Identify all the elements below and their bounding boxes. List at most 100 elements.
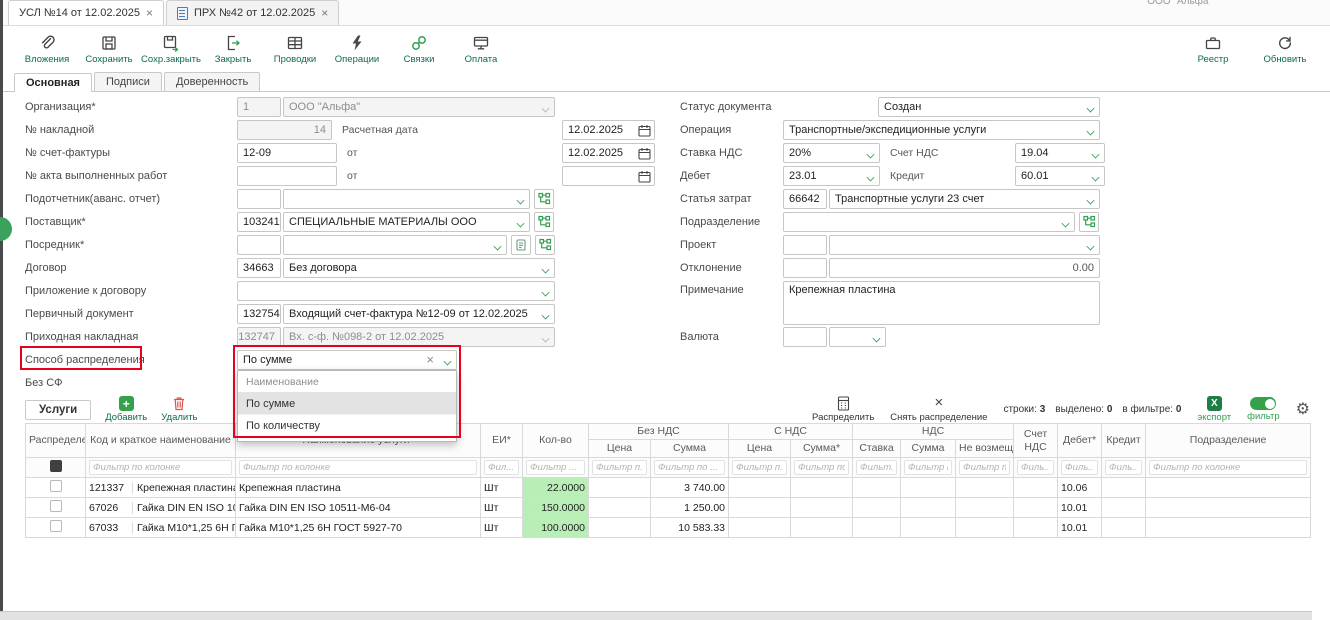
act-no-input[interactable] [237,166,337,186]
filter-rate[interactable] [856,460,897,475]
calendar-icon[interactable] [638,170,651,183]
vat-account-select[interactable]: 19.04 [1015,143,1105,163]
filter-code-name[interactable] [89,460,232,475]
supplier-code[interactable]: 103241 [237,212,281,232]
col-rate[interactable]: Ставка [853,440,901,458]
currency-select[interactable] [829,327,886,347]
chevron-down-icon[interactable] [867,151,874,158]
tab-poa[interactable]: Доверенность [164,72,260,91]
undistribute-button[interactable]: × Снять распределение [890,396,987,423]
close-icon[interactable]: × [146,7,153,19]
chevron-down-icon[interactable] [867,174,874,181]
table-row[interactable]: 121337Крепежная пластина Крепежная пласт… [26,478,1311,498]
col-non-refund[interactable]: Не возмещ. [956,440,1014,458]
mediator-tree-button[interactable] [535,235,555,255]
col-credit[interactable]: Кредит [1102,424,1146,458]
department-select[interactable] [783,212,1075,232]
filter-debit[interactable] [1061,460,1098,475]
chevron-down-icon[interactable] [542,312,549,319]
contract-select[interactable]: Без договора [283,258,555,278]
cost-item-select[interactable]: Транспортные услуги 23 счет [829,189,1100,209]
table-row[interactable]: 67026Гайка DIN EN ISO 10... Гайка DIN EN… [26,498,1311,518]
row-checkbox[interactable] [50,520,62,532]
filter-sum-vat[interactable] [794,460,849,475]
sf-date-input[interactable]: 12.02.2025 [562,143,655,163]
accountant-code[interactable] [237,189,281,209]
chevron-down-icon[interactable] [517,220,524,227]
col-debit[interactable]: Дебет* [1058,424,1102,458]
filter-price-novat[interactable] [592,460,647,475]
cost-item-code[interactable]: 66642 [783,189,827,209]
filter-qty[interactable] [526,460,585,475]
primary-doc-code[interactable]: 132754 [237,304,281,324]
chevron-down-icon[interactable] [542,289,549,296]
delete-row-button[interactable]: Удалить [161,396,197,423]
filter-price-vat[interactable] [732,460,787,475]
filter-toggle[interactable]: фильтр [1247,397,1280,422]
col-department[interactable]: Подразделение [1146,424,1311,458]
debit-select[interactable]: 23.01 [783,166,880,186]
col-price-vat[interactable]: Цена [729,440,791,458]
primary-doc-select[interactable]: Входящий счет-фактура №12-09 от 12.02.20… [283,304,555,324]
chevron-down-icon[interactable] [1062,220,1069,227]
accountant-select[interactable] [283,189,530,209]
mediator-doc-button[interactable] [511,235,531,255]
col-unit[interactable]: ЕИ* [481,424,523,458]
save-button[interactable]: Сохранить [78,29,140,69]
chevron-down-icon[interactable] [1092,174,1099,181]
mediator-select[interactable] [283,235,507,255]
filter-sum-novat[interactable] [654,460,725,475]
calc-date-input[interactable]: 12.02.2025 [562,120,655,140]
table-row[interactable]: 67033Гайка М10*1,25 6Н Г... Гайка М10*1,… [26,518,1311,538]
filter-department[interactable] [1149,460,1307,475]
filter-vat-account[interactable] [1017,460,1054,475]
clear-icon[interactable]: × [426,353,438,366]
col-sum-vat[interactable]: Сумма* [791,440,853,458]
attachments-button[interactable]: Вложения [16,29,78,69]
filter-credit[interactable] [1105,460,1142,475]
chevron-down-icon[interactable] [542,105,549,112]
distribution-combo[interactable]: По сумме× [237,350,457,370]
project-select[interactable] [829,235,1100,255]
select-all-checkbox[interactable] [50,460,62,472]
operations-button[interactable]: Операции [326,29,388,69]
chevron-down-icon[interactable] [444,358,451,365]
filter-service-name[interactable] [239,460,477,475]
filter-vat-sum[interactable] [904,460,952,475]
tab-signatures[interactable]: Подписи [94,72,162,91]
contract-code[interactable]: 34663 [237,258,281,278]
bottom-scrollbar[interactable] [0,611,1312,620]
gear-icon[interactable]: ⚙ [1296,402,1310,418]
col-sum-novat[interactable]: Сумма [651,440,729,458]
currency-code[interactable] [783,327,827,347]
calendar-icon[interactable] [638,124,651,137]
vat-rate-select[interactable]: 20% [783,143,880,163]
invoice-no-input[interactable]: 14 [237,120,332,140]
accountant-tree-button[interactable] [534,189,554,209]
chevron-down-icon[interactable] [1087,197,1094,204]
col-distributed[interactable]: Распределено [26,424,86,458]
chevron-down-icon[interactable] [873,335,880,342]
supplier-tree-button[interactable] [534,212,554,232]
col-qty[interactable]: Кол-во [523,424,589,458]
dropdown-option-by-sum[interactable]: По сумме [238,393,456,415]
row-checkbox[interactable] [50,480,62,492]
tab-main[interactable]: Основная [14,73,92,92]
chevron-down-icon[interactable] [494,243,501,250]
credit-select[interactable]: 60.01 [1015,166,1105,186]
postings-button[interactable]: Проводки [264,29,326,69]
chevron-down-icon[interactable] [517,197,524,204]
col-code-name[interactable]: Код и краткое наименование [86,424,236,458]
distribute-button[interactable]: Распределить [812,396,874,423]
supplier-select[interactable]: СПЕЦИАЛЬНЫЕ МАТЕРИАЛЫ ООО [283,212,530,232]
doc-tab-usl[interactable]: УСЛ №14 от 12.02.2025 × [8,0,164,25]
act-date-input[interactable] [562,166,655,186]
chevron-down-icon[interactable] [1087,128,1094,135]
filter-non-refund[interactable] [959,460,1010,475]
organization-select[interactable]: ООО "Альфа" [283,97,555,117]
col-vat-sum[interactable]: Сумма [901,440,956,458]
refresh-button[interactable]: Обновить [1254,29,1316,69]
registry-button[interactable]: Реестр [1182,29,1244,69]
chevron-down-icon[interactable] [1087,105,1094,112]
row-checkbox[interactable] [50,500,62,512]
